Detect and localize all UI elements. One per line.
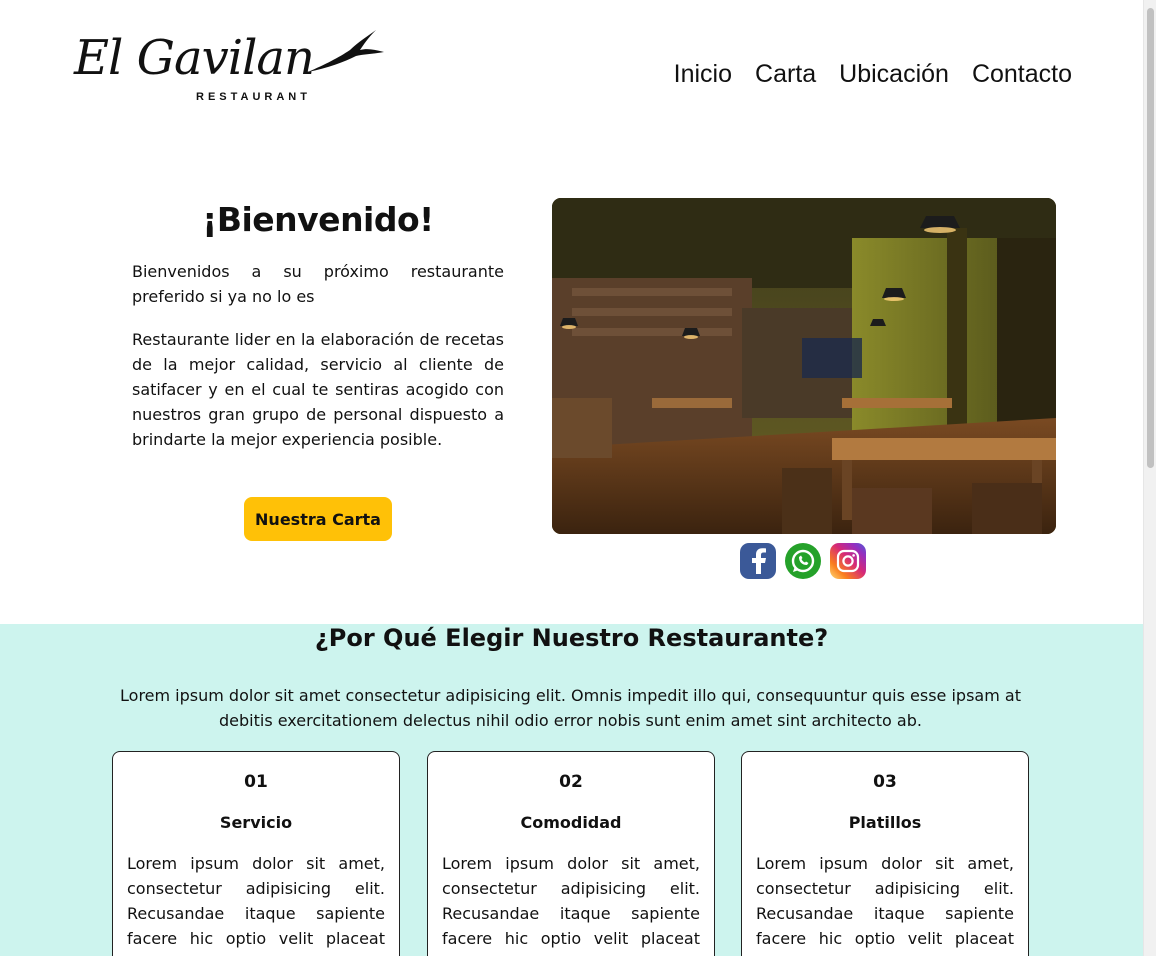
why-section-title: ¿Por Qué Elegir Nuestro Restaurante? <box>314 624 829 652</box>
card-text: Lorem ipsum dolor sit amet, consectetur … <box>127 854 385 948</box>
nav-item-carta[interactable]: Carta <box>755 60 816 89</box>
logo-script-text: El Gavilan <box>74 30 315 86</box>
logo-subtitle: RESTAURANT <box>196 91 311 103</box>
hero-paragraph-welcome: Bienvenidos a su próximo restaurante pre… <box>132 262 504 306</box>
card-text: Lorem ipsum dolor sit amet, consectetur … <box>756 854 1014 948</box>
whatsapp-icon[interactable] <box>785 543 821 579</box>
why-section-description: Lorem ipsum dolor sit amet consectetur a… <box>120 686 1021 730</box>
card-title: Servicio <box>219 813 293 832</box>
feature-card-servicio: 01 Servicio Lorem ipsum dolor sit amet, … <box>112 751 400 956</box>
feature-card-platillos: 03 Platillos Lorem ipsum dolor sit amet,… <box>741 751 1029 956</box>
hawk-icon <box>308 30 384 72</box>
card-number: 02 <box>559 772 583 792</box>
card-number: 03 <box>873 772 897 792</box>
nuestra-carta-button[interactable]: Nuestra Carta <box>244 497 392 541</box>
card-number: 01 <box>244 772 268 792</box>
instagram-icon[interactable] <box>830 543 866 579</box>
hero-title: ¡Bienvenido! <box>202 200 434 239</box>
nav-item-contacto[interactable]: Contacto <box>972 60 1072 89</box>
card-text: Lorem ipsum dolor sit amet, consectetur … <box>442 854 700 948</box>
restaurant-interior-photo <box>552 198 1056 534</box>
restaurant-logo[interactable]: El Gavilan RESTAURANT <box>74 28 384 108</box>
facebook-icon[interactable] <box>740 543 776 579</box>
social-links <box>740 543 866 579</box>
hero-paragraph-description: Restaurante lider en la elaboración de r… <box>132 330 504 449</box>
nav-item-ubicacion[interactable]: Ubicación <box>839 60 949 89</box>
scrollbar-thumb[interactable] <box>1147 8 1154 468</box>
card-title: Platillos <box>848 813 922 832</box>
main-nav: Inicio Carta Ubicación Contacto <box>674 60 1072 89</box>
feature-card-comodidad: 02 Comodidad Lorem ipsum dolor sit amet,… <box>427 751 715 956</box>
nav-item-inicio[interactable]: Inicio <box>674 60 732 89</box>
card-title: Comodidad <box>520 813 622 832</box>
page-scrollbar[interactable] <box>1143 0 1156 956</box>
site-header: El Gavilan RESTAURANT Inicio Carta Ubica… <box>0 0 1143 150</box>
hero-text-block: ¡Bienvenido! Bienvenidos a su próximo re… <box>132 200 504 470</box>
why-choose-section: ¿Por Qué Elegir Nuestro Restaurante? Lor… <box>0 624 1143 956</box>
